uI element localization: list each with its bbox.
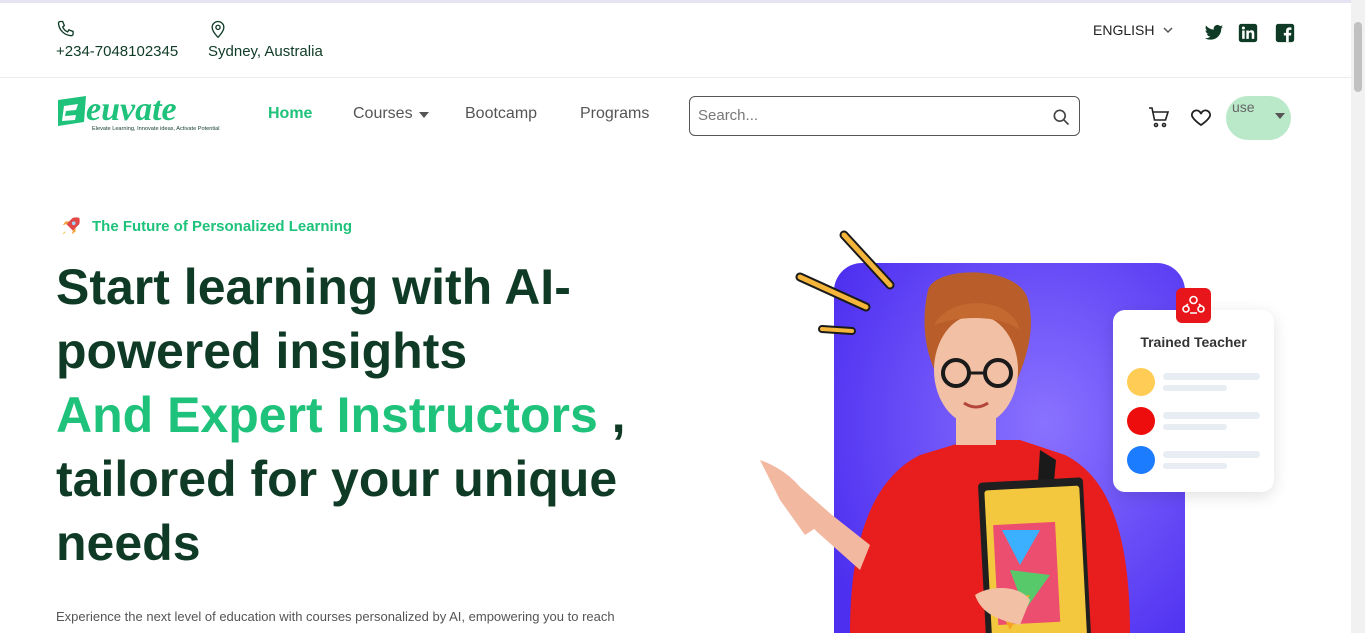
team-icon <box>1182 295 1205 314</box>
hero-tagline: The Future of Personalized Learning <box>60 215 352 237</box>
language-selector[interactable]: ENGLISH <box>1093 22 1174 38</box>
phone-icon <box>57 20 74 37</box>
card-list <box>1127 368 1260 474</box>
nav-courses[interactable]: Courses <box>353 105 429 123</box>
nav-programs[interactable]: Programs <box>580 105 649 123</box>
rocket-icon <box>62 217 80 235</box>
hero-heading-line2: tailored for your unique needs <box>56 451 618 571</box>
heart-icon[interactable] <box>1189 105 1213 129</box>
hero-description: Experience the next level of education w… <box>56 609 615 624</box>
trained-teacher-card: Trained Teacher <box>1113 288 1274 492</box>
scrollbar-thumb[interactable] <box>1354 22 1362 92</box>
hero-heading-comma: , <box>597 387 626 443</box>
nav-courses-label: Courses <box>353 105 413 122</box>
nav-bootcamp[interactable]: Bootcamp <box>465 105 537 123</box>
user-menu[interactable]: use <box>1226 96 1291 140</box>
location-text: Sydney, Australia <box>208 43 323 60</box>
logo-wordmark: euvate <box>86 92 177 128</box>
chevron-down-icon <box>1163 27 1173 34</box>
linkedin-icon[interactable] <box>1238 23 1258 43</box>
page: +234-7048102345 Sydney, Australia ENGLIS… <box>0 0 1365 633</box>
search-input[interactable] <box>690 97 1030 133</box>
phone-contact[interactable]: +234-7048102345 <box>56 19 178 60</box>
cart-icon[interactable] <box>1147 105 1171 129</box>
search-box <box>689 96 1080 136</box>
card-title: Trained Teacher <box>1140 334 1247 350</box>
twitter-icon[interactable] <box>1204 23 1224 43</box>
hero-heading-line1: Start learning with AI-powered insights <box>56 259 571 379</box>
hero-heading: Start learning with AI-powered insights … <box>56 255 696 575</box>
topbar: +234-7048102345 Sydney, Australia ENGLIS… <box>0 3 1351 78</box>
brand-logo[interactable]: euvate Elevate Learning, Innovate ideas,… <box>56 91 236 136</box>
phone-number: +234-7048102345 <box>56 43 179 60</box>
search-icon[interactable] <box>1051 107 1071 127</box>
card-list-item <box>1127 407 1260 435</box>
card-list-item <box>1127 446 1260 474</box>
card-list-item <box>1127 368 1260 396</box>
caret-down-icon <box>1275 113 1285 119</box>
tagline-text: The Future of Personalized Learning <box>92 217 353 235</box>
location-pin-icon <box>211 20 225 39</box>
teacher-badge <box>1176 288 1211 323</box>
nav-home[interactable]: Home <box>268 105 312 123</box>
logo-tagline: Elevate Learning, Innovate ideas, Activa… <box>92 126 220 132</box>
caret-down-icon <box>418 112 429 118</box>
page-scrollbar[interactable] <box>1351 0 1365 633</box>
logo-mark: euvate Elevate Learning, Innovate ideas,… <box>58 91 220 132</box>
facebook-icon[interactable] <box>1275 23 1295 43</box>
hero-heading-accent: And Expert Instructors <box>56 387 598 443</box>
location-contact: Sydney, Australia <box>208 19 323 60</box>
avatar: use <box>1232 99 1255 115</box>
main-navbar: euvate Elevate Learning, Innovate ideas,… <box>0 79 1351 151</box>
language-label: ENGLISH <box>1093 22 1155 38</box>
